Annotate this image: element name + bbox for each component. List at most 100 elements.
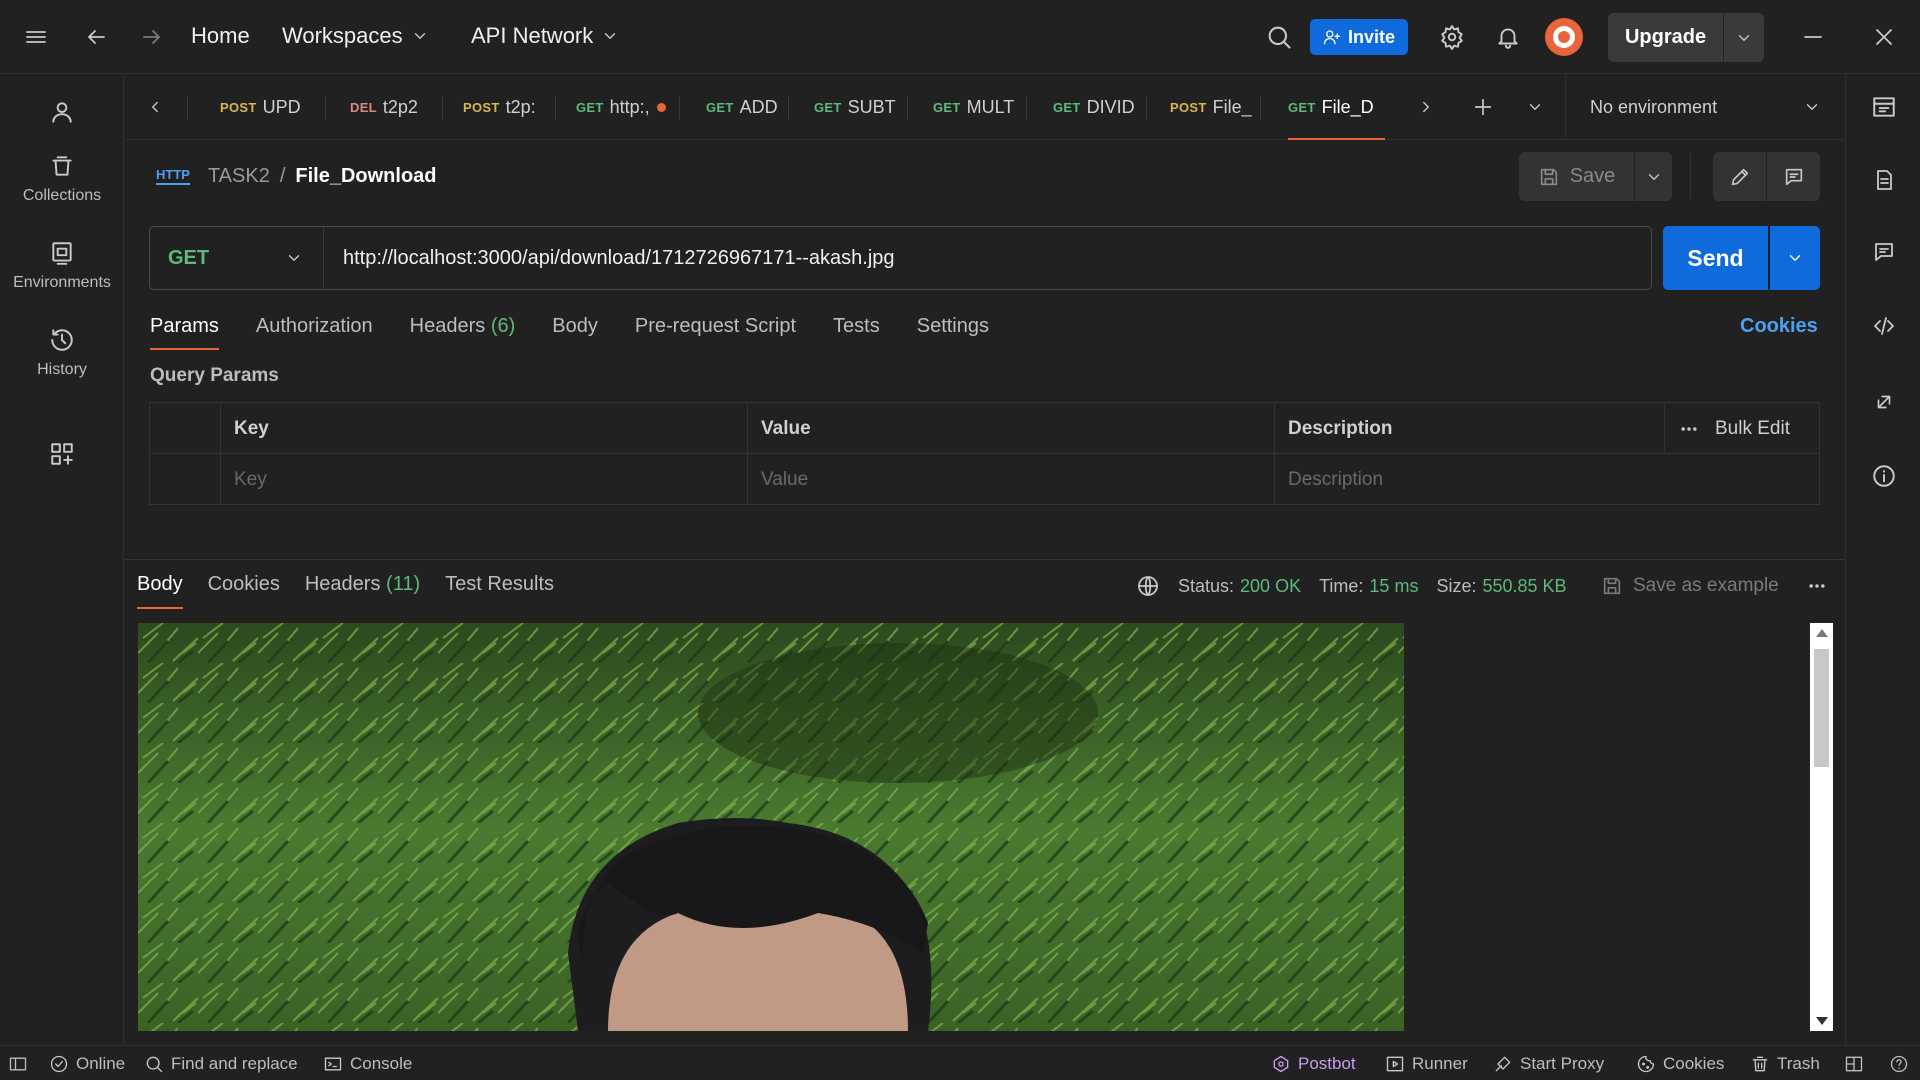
checkbox-column	[150, 403, 221, 454]
scroll-down-arrow-icon[interactable]	[1816, 1017, 1828, 1025]
size-label: Size:	[1436, 575, 1477, 596]
environment-quick-look-icon[interactable]	[1846, 85, 1920, 129]
request-tab[interactable]: POST t2p:	[463, 75, 536, 140]
save-button[interactable]: Save	[1519, 152, 1634, 201]
tab-body[interactable]: Body	[552, 308, 598, 350]
request-tab[interactable]: GET SUBT	[814, 75, 896, 140]
api-network-menu[interactable]: API Network	[471, 23, 619, 49]
response-tab-body[interactable]: Body	[137, 565, 183, 609]
scrollbar-thumb[interactable]	[1814, 649, 1829, 767]
close-icon[interactable]	[1862, 15, 1906, 59]
upgrade-button[interactable]: Upgrade	[1608, 13, 1723, 62]
request-tab[interactable]: DEL t2p2	[350, 75, 418, 140]
request-tab-active[interactable]: GET File_D	[1288, 75, 1385, 140]
online-status[interactable]: Online	[49, 1046, 125, 1080]
chevron-right-icon[interactable]	[1410, 91, 1442, 123]
request-tab[interactable]: POST File_	[1170, 75, 1252, 140]
url-input[interactable]: http://localhost:3000/api/download/17127…	[324, 247, 895, 270]
value-input[interactable]: Value	[748, 454, 1275, 505]
cookies-label: Cookies	[1663, 1053, 1725, 1073]
edit-icon[interactable]	[1713, 152, 1766, 201]
search-icon[interactable]	[1257, 15, 1301, 59]
trash-button[interactable]: Trash	[1750, 1046, 1820, 1080]
response-tab-headers[interactable]: Headers (11)	[305, 565, 420, 609]
save-dropdown[interactable]	[1635, 152, 1672, 201]
documentation-icon[interactable]	[1846, 158, 1920, 202]
bell-icon[interactable]	[1486, 15, 1530, 59]
find-and-replace-button[interactable]: Find and replace	[144, 1046, 298, 1080]
request-tab[interactable]: GET ADD	[706, 75, 778, 140]
tab-prerequest-script[interactable]: Pre-request Script	[635, 308, 796, 350]
back-arrow-icon[interactable]	[74, 15, 118, 59]
send-dropdown[interactable]	[1770, 226, 1820, 290]
tab-tests[interactable]: Tests	[833, 308, 880, 350]
unsaved-dot	[656, 103, 666, 112]
time-info[interactable]: Time: 15 ms	[1319, 576, 1418, 597]
globe-icon[interactable]	[1136, 574, 1160, 598]
cookie-icon	[1636, 1054, 1656, 1074]
environment-selector[interactable]: No environment	[1566, 75, 1845, 139]
info-icon[interactable]	[1846, 454, 1920, 498]
breadcrumb-collection[interactable]: TASK2	[208, 165, 270, 188]
method-select[interactable]: GET	[150, 227, 324, 289]
sidebar-item-history[interactable]: History	[0, 327, 124, 379]
help-icon[interactable]	[1889, 1046, 1909, 1080]
response-tab-cookies[interactable]: Cookies	[208, 565, 280, 609]
cookies-button[interactable]: Cookies	[1636, 1046, 1724, 1080]
query-params-table: Key Value Description Bulk Edit Key Valu…	[149, 402, 1820, 505]
plus-icon[interactable]	[1465, 89, 1501, 125]
toggle-sidebar-icon[interactable]	[8, 1046, 28, 1080]
key-input[interactable]: Key	[221, 454, 748, 505]
page-title[interactable]: File_Download	[295, 165, 436, 188]
request-tab[interactable]: GET MULT	[933, 75, 1014, 140]
cookies-link[interactable]: Cookies	[1740, 315, 1818, 338]
description-input[interactable]: Description	[1275, 454, 1819, 505]
layout-toggle-icon[interactable]	[1844, 1046, 1864, 1080]
add-user-icon	[1323, 28, 1341, 46]
tab-method: GET	[706, 100, 734, 115]
size-info[interactable]: Size: 550.85 KB	[1436, 576, 1566, 597]
request-tab[interactable]: GET DIVID	[1053, 75, 1135, 140]
postbot-button[interactable]: Postbot	[1271, 1046, 1356, 1080]
response-tab-test-results[interactable]: Test Results	[445, 565, 554, 609]
chevron-down-icon[interactable]	[1519, 91, 1551, 123]
workspaces-menu[interactable]: Workspaces	[282, 23, 429, 49]
add-widget-icon[interactable]	[40, 432, 84, 476]
sidebar-item-environments[interactable]: Environments	[0, 240, 124, 292]
tab-headers[interactable]: Headers (6)	[410, 308, 516, 350]
sidebar-item-collections[interactable]: Collections	[0, 153, 124, 205]
tab-params[interactable]: Params	[150, 308, 219, 350]
send-button[interactable]: Send	[1663, 226, 1768, 290]
request-tab[interactable]: POST UPD	[220, 75, 301, 140]
scroll-up-arrow-icon[interactable]	[1816, 629, 1828, 637]
home-link[interactable]: Home	[191, 23, 250, 49]
minimize-icon[interactable]	[1791, 15, 1835, 59]
console-button[interactable]: Console	[323, 1046, 412, 1080]
request-tab[interactable]: GET http:,	[576, 75, 666, 140]
response-divider[interactable]	[125, 559, 1845, 560]
comment-icon[interactable]	[1767, 152, 1820, 201]
bulk-edit-button[interactable]: Bulk Edit	[1715, 418, 1790, 440]
environment-label: No environment	[1590, 96, 1718, 117]
save-as-example-button[interactable]: Save as example	[1601, 572, 1779, 600]
invite-button[interactable]: Invite	[1310, 19, 1408, 55]
tab-authorization[interactable]: Authorization	[256, 308, 373, 350]
runner-button[interactable]: Runner	[1385, 1046, 1468, 1080]
user-icon[interactable]	[40, 90, 84, 134]
menu-icon[interactable]	[14, 15, 58, 59]
tab-settings[interactable]: Settings	[917, 308, 989, 350]
related-collections-icon[interactable]	[1846, 380, 1920, 424]
start-proxy-button[interactable]: Start Proxy	[1493, 1046, 1604, 1080]
response-scrollbar[interactable]	[1810, 623, 1833, 1031]
comments-icon[interactable]	[1846, 230, 1920, 274]
forward-arrow-icon[interactable]	[130, 15, 174, 59]
avatar[interactable]	[1545, 18, 1583, 56]
size-value: 550.85 KB	[1482, 575, 1567, 596]
code-icon[interactable]	[1846, 304, 1920, 348]
upgrade-dropdown[interactable]	[1724, 13, 1764, 62]
more-options-icon[interactable]	[1679, 419, 1699, 439]
gear-icon[interactable]	[1430, 15, 1474, 59]
more-options-icon[interactable]	[1802, 572, 1832, 600]
status-info[interactable]: Status: 200 OK	[1178, 576, 1301, 597]
chevron-left-icon[interactable]	[139, 91, 171, 123]
